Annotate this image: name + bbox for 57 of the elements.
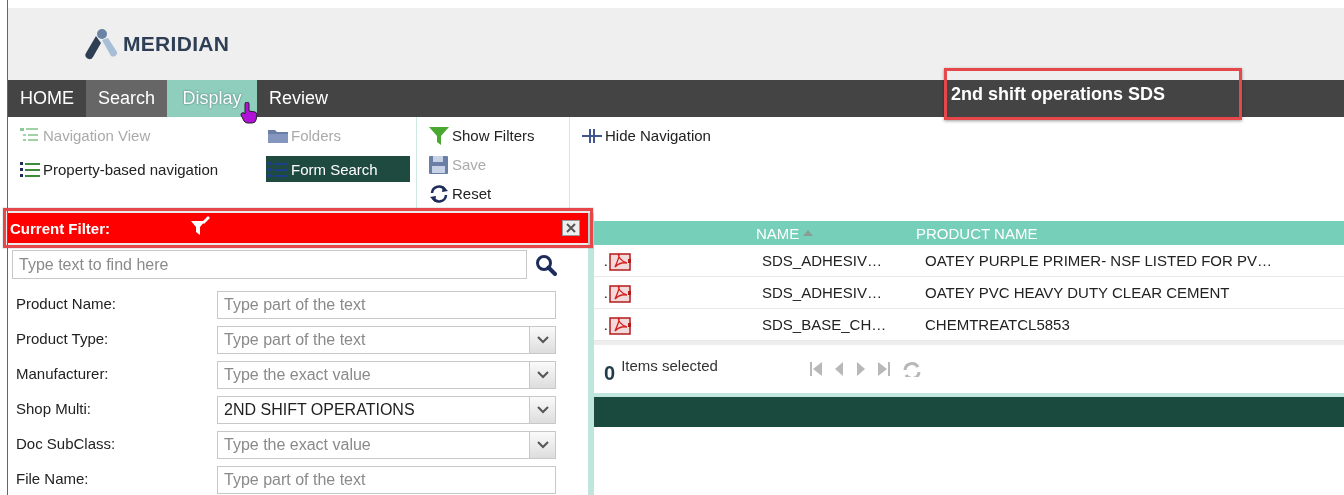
selected-count: 0 (604, 360, 616, 385)
nav-tab[interactable]: Review (257, 80, 341, 117)
refresh-icon (429, 183, 449, 203)
table-cell-text: SDS_ADHESIV… (762, 252, 884, 269)
document-title: 2nd shift operations SDS (951, 83, 1166, 105)
toolbar-button[interactable]: Form Search (266, 156, 410, 182)
table-cell-text: SDS_ADHESIV… (762, 284, 884, 301)
table-cell-text: . (602, 284, 608, 301)
toolbar-button[interactable]: Property-based navigation (18, 156, 266, 182)
chevron-down-icon (536, 336, 549, 344)
dropdown-button[interactable] (530, 396, 556, 424)
toolbar-button[interactable]: Hide Navigation (580, 122, 713, 148)
input-field[interactable]: 2ND SHIFT OPERATIONS (217, 396, 530, 424)
table-cell-text: . (602, 252, 608, 269)
dropdown-button[interactable] (530, 431, 556, 459)
hand-cursor-icon (240, 102, 258, 124)
field-label: Product Name: (16, 294, 118, 312)
input-field[interactable]: Type part of the text (217, 291, 556, 319)
last-page-icon (877, 361, 890, 377)
field-label: File Name: (16, 469, 90, 487)
chevron-down-icon (536, 441, 549, 449)
input-field[interactable]: Type the exact value (217, 361, 530, 389)
chevron-down-icon (536, 371, 549, 379)
dropdown-button[interactable] (530, 326, 556, 354)
chevron-down-icon (536, 406, 549, 414)
filter-title: Current Filter: (10, 219, 111, 237)
close-button[interactable] (562, 220, 580, 236)
close-icon (566, 223, 576, 233)
input-field[interactable]: Type the exact value (217, 431, 530, 459)
table-cell: CHEMTREATCL5853 (925, 316, 1070, 333)
input-field[interactable]: Type part of the text (217, 466, 556, 494)
previous-page-icon (833, 361, 844, 377)
selected-label: Items selected (621, 356, 718, 376)
input-field[interactable]: Type part of the text (217, 326, 530, 354)
nav-tab[interactable]: Search (86, 80, 168, 117)
nav-tab[interactable]: HOME (8, 80, 86, 117)
field-label: Doc SubClass: (16, 434, 117, 452)
field-label: Manufacturer: (16, 364, 110, 382)
list-icon (20, 159, 40, 179)
search-icon (535, 253, 557, 276)
field-label: Product Type: (16, 329, 110, 347)
search-field[interactable]: Type text to find here (12, 250, 527, 279)
table-cell: OATEY PVC HEAVY DUTY CLEAR CEMENT (925, 284, 1230, 301)
funnel-icon (429, 125, 449, 145)
table-cell-text: SDS_BASE_CH… (762, 316, 888, 333)
table-cell-text: . (602, 316, 608, 333)
dropdown-button[interactable] (530, 361, 556, 389)
refresh-icon (901, 361, 922, 377)
field-label: Shop Multi: (16, 399, 93, 417)
toolbar-button[interactable]: Show Filters (427, 122, 563, 148)
funnel-icon (190, 216, 210, 236)
list-icon (268, 159, 288, 179)
first-page-icon (809, 361, 822, 377)
toolbar-button[interactable]: Reset (427, 180, 563, 206)
next-page-icon (855, 361, 866, 377)
table-cell: OATEY PURPLE PRIMER- NSF LISTED FOR PV… (925, 252, 1272, 269)
logo-text: MERIDIAN (123, 32, 230, 56)
